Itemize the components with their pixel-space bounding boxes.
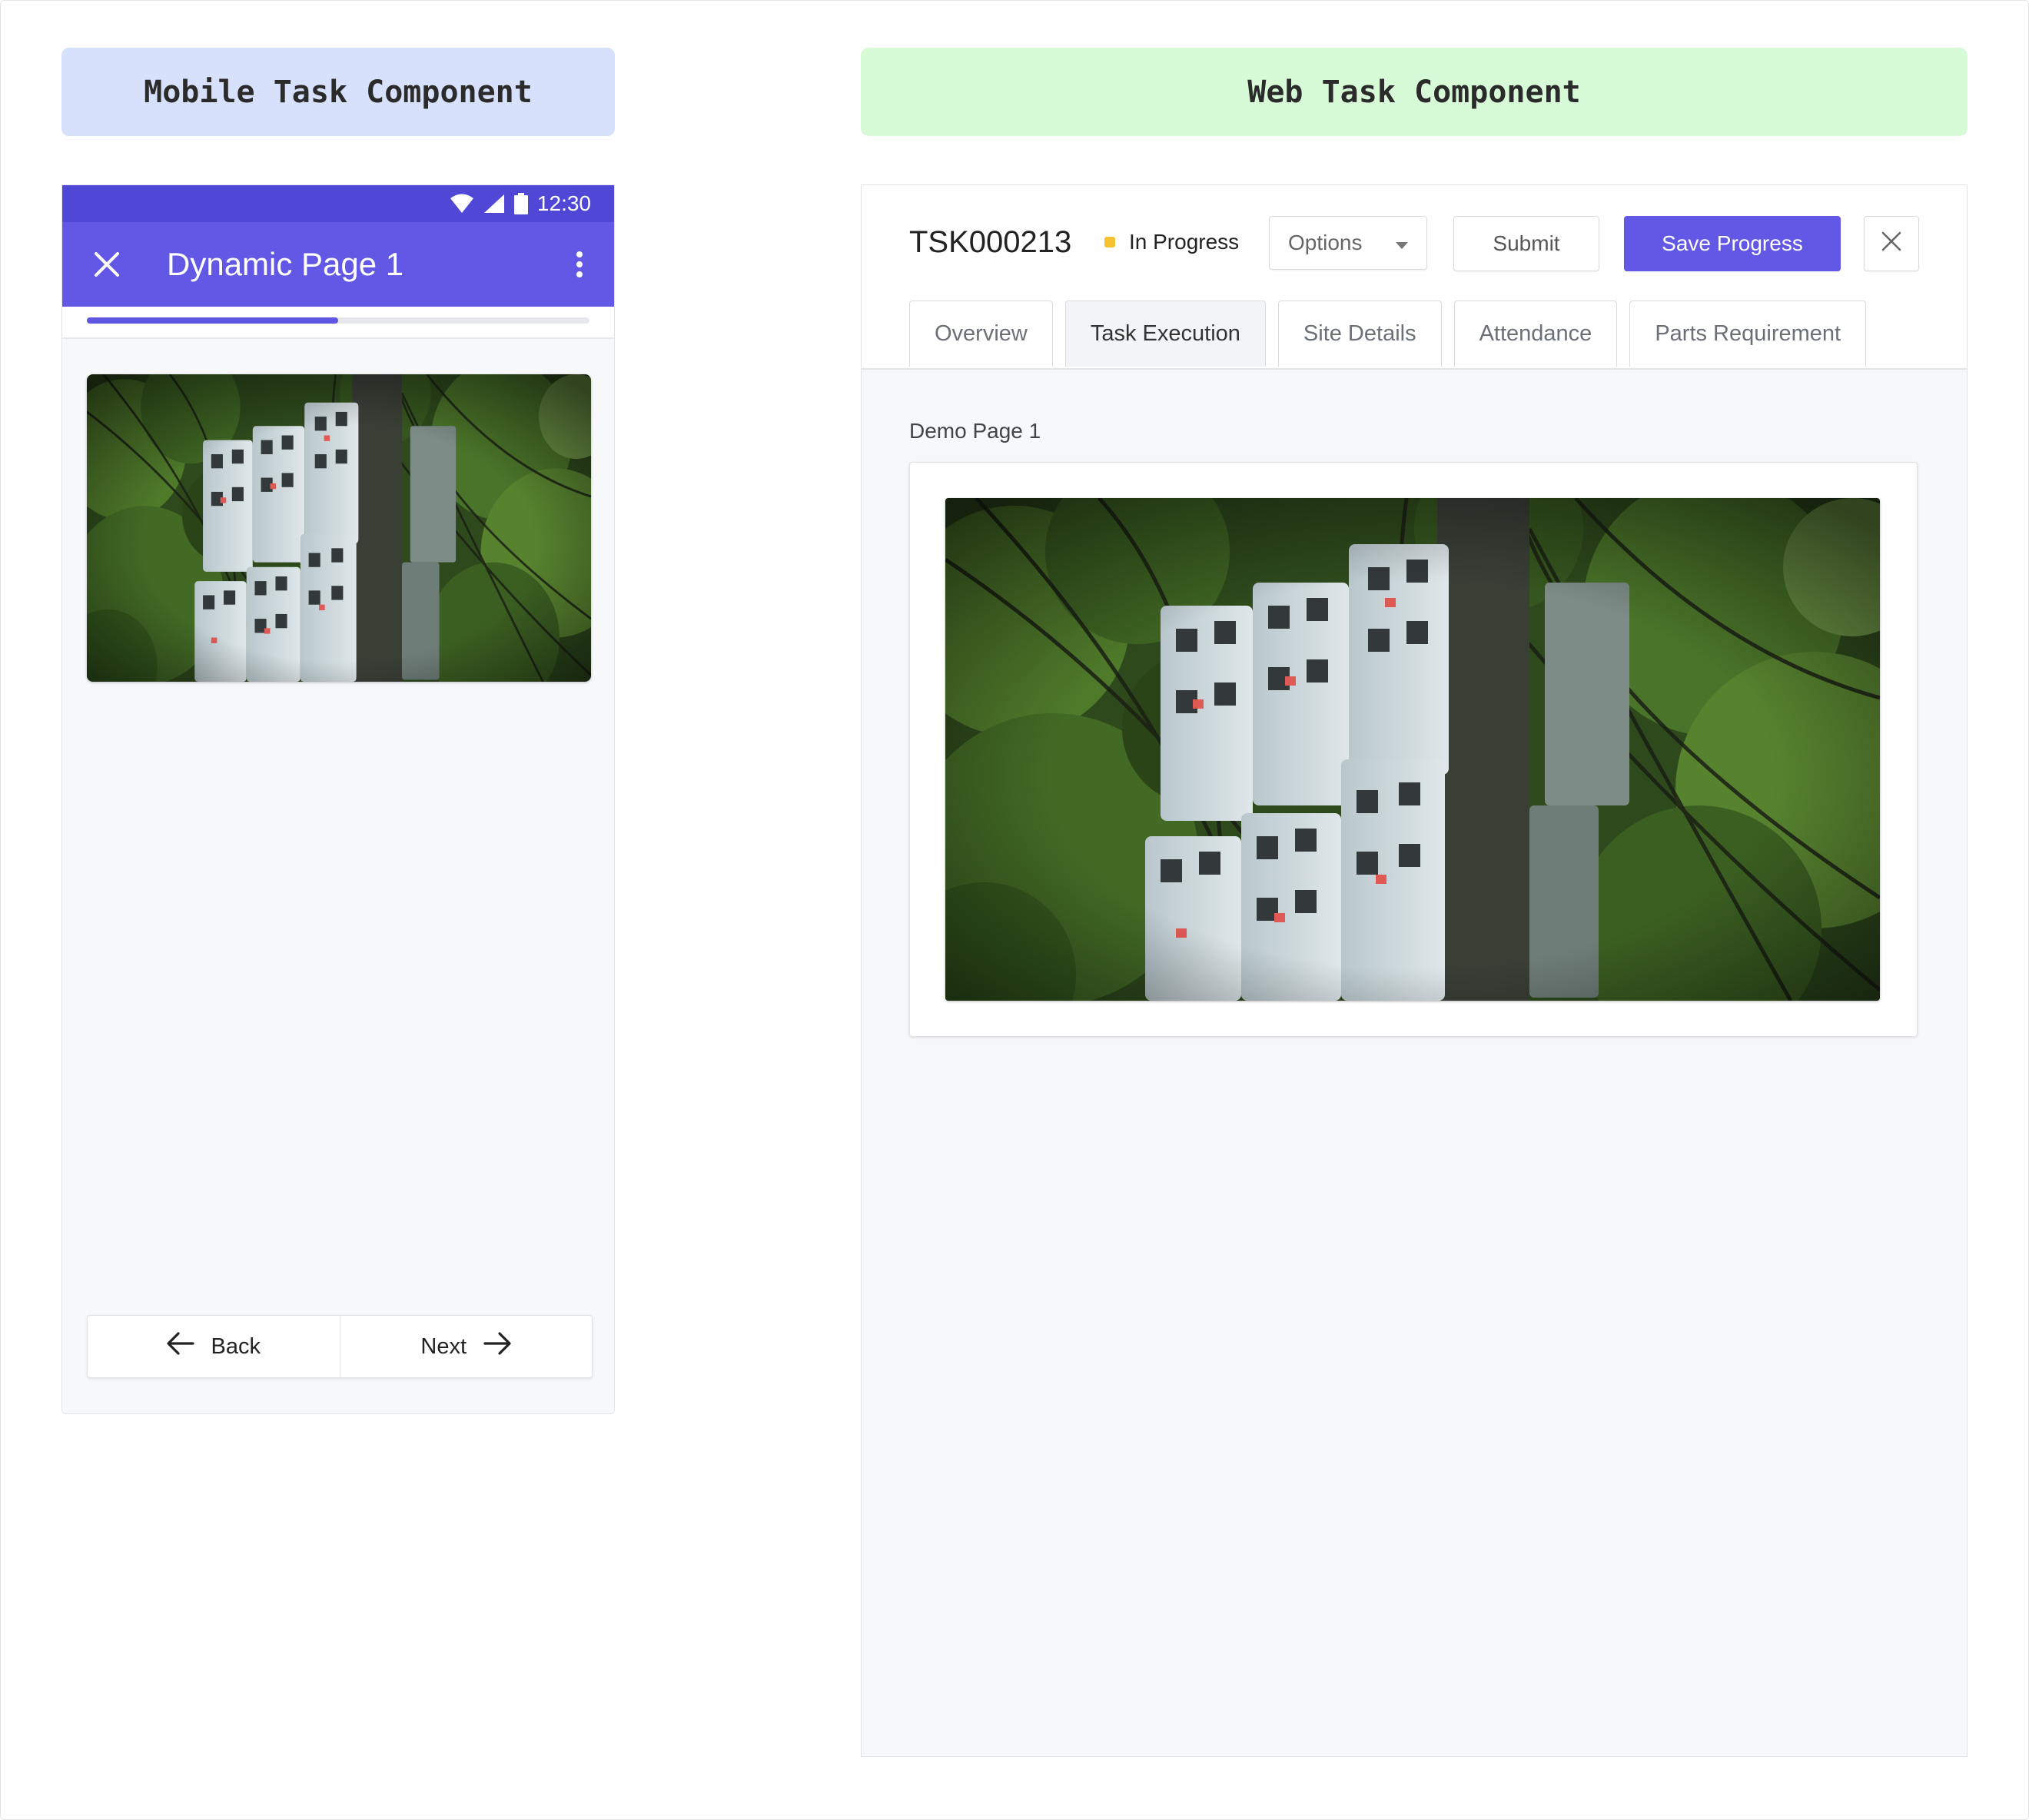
close-icon	[1881, 231, 1901, 257]
mobile-section-label: Mobile Task Component	[61, 48, 615, 136]
tab-overview[interactable]: Overview	[909, 301, 1053, 367]
tab-task-execution[interactable]: Task Execution	[1064, 301, 1266, 367]
tab-parts-requirement[interactable]: Parts Requirement	[1629, 301, 1867, 367]
status-label: In Progress	[1129, 230, 1240, 254]
signal-icon	[483, 194, 505, 214]
status-dot-icon	[1104, 237, 1115, 247]
page-title: Demo Page 1	[909, 419, 1041, 443]
caret-down-icon	[1396, 231, 1408, 255]
next-button[interactable]: Next	[339, 1316, 593, 1377]
arrow-left-icon	[166, 1332, 194, 1361]
meter-photo-graphic	[87, 374, 591, 682]
meter-photo	[87, 374, 591, 682]
meter-photo-graphic	[945, 498, 1880, 1001]
status-time: 12:30	[536, 191, 591, 215]
more-vert-icon[interactable]	[576, 251, 583, 281]
options-dropdown[interactable]: Options	[1269, 216, 1427, 270]
task-id: TSK000213	[909, 225, 1072, 259]
back-button[interactable]: Back	[88, 1316, 340, 1377]
close-icon[interactable]	[84, 241, 130, 287]
page-navigation: Back Next	[87, 1315, 593, 1378]
arrow-right-icon	[483, 1332, 511, 1361]
submit-button[interactable]: Submit	[1453, 216, 1599, 271]
status-bar: 12:30	[62, 185, 614, 222]
app-bar: Dynamic Page 1	[62, 222, 614, 307]
tab-attendance[interactable]: Attendance	[1453, 301, 1618, 367]
progress-track	[87, 317, 589, 324]
options-label: Options	[1288, 231, 1363, 254]
back-label: Back	[211, 1333, 261, 1359]
meter-photo	[945, 498, 1880, 1001]
wifi-icon	[450, 194, 474, 214]
mobile-task-component: 12:30 Dynamic Page 1 Back Next	[61, 184, 615, 1414]
web-task-component: TSK000213 In Progress Options Submit Sav…	[861, 184, 1968, 1757]
task-tabs: Overview Task Execution Site Details Att…	[909, 301, 1867, 367]
next-label: Next	[420, 1333, 467, 1359]
save-progress-button[interactable]: Save Progress	[1624, 216, 1841, 271]
page-progress	[62, 307, 614, 339]
status-badge: In Progress	[1104, 230, 1239, 254]
progress-fill	[87, 317, 338, 324]
tab-site-details[interactable]: Site Details	[1277, 301, 1442, 367]
image-card	[909, 462, 1918, 1037]
web-section-label: Web Task Component	[861, 48, 1968, 136]
battery-icon	[513, 193, 528, 214]
app-bar-title: Dynamic Page 1	[167, 246, 404, 282]
task-header: TSK000213 In Progress Options Submit Sav…	[862, 185, 1967, 370]
close-button[interactable]	[1864, 216, 1919, 271]
